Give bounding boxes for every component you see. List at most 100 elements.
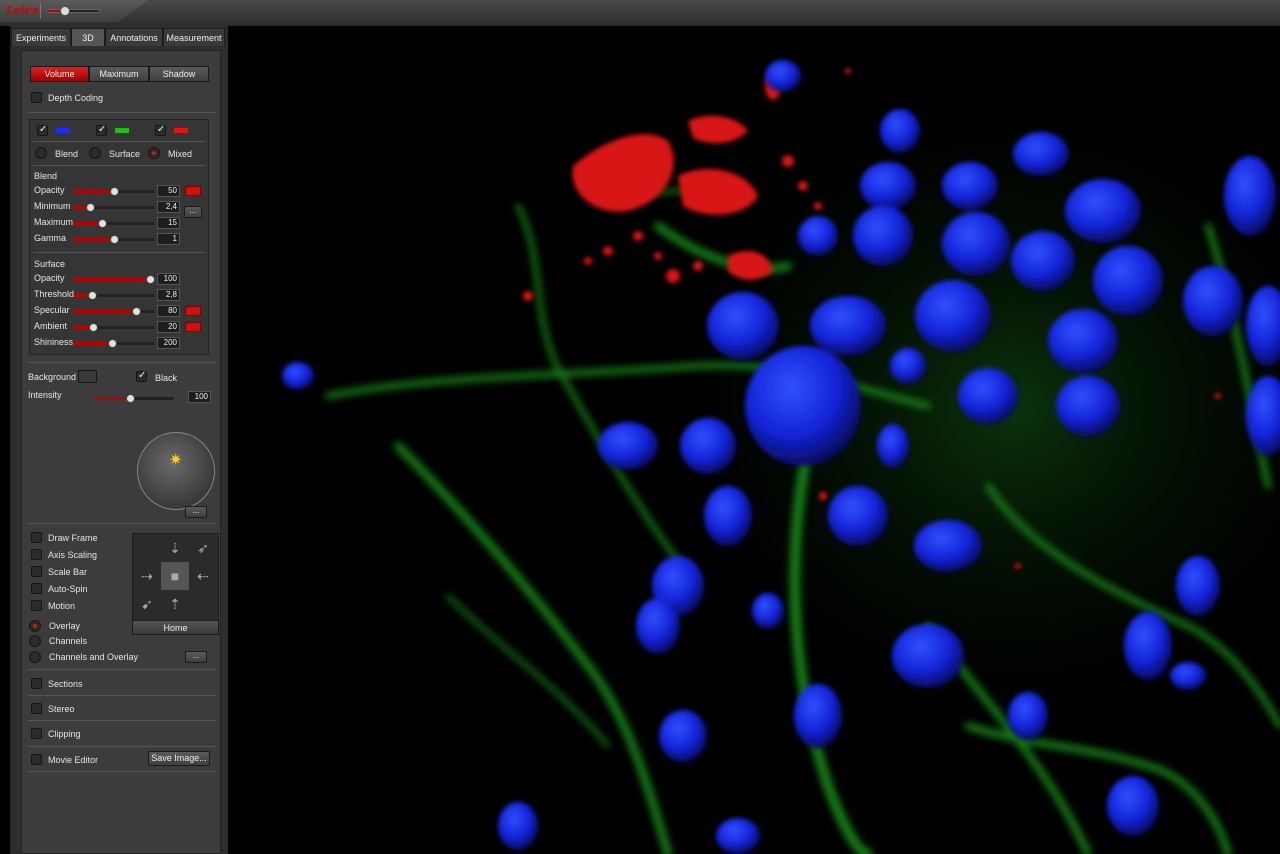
blend-gamma-value[interactable]: 1 (157, 233, 180, 245)
divider (33, 141, 205, 142)
channels-and-overlay-label: Channels and Overlay (49, 652, 139, 662)
depth-coding-checkbox[interactable] (31, 92, 42, 103)
blend-maximum-slider[interactable] (74, 219, 154, 228)
rotate-down-arrow-icon[interactable]: ⇣ (161, 534, 189, 562)
3d-render-viewport[interactable] (228, 26, 1280, 854)
view-navigation-pad[interactable]: ⇣ ➶ ⇢ ■ ⇠ ➹ ⇡ Home (132, 533, 219, 635)
motion-checkbox[interactable] (31, 600, 42, 611)
blend-maximum-slider-knob[interactable] (98, 219, 107, 228)
surface-ambient-slider-knob[interactable] (89, 323, 99, 332)
surface-opacity-slider-knob[interactable] (146, 275, 155, 284)
intensity-label: Intensity (28, 390, 62, 400)
volume-button[interactable]: Volume (30, 66, 89, 82)
blend-gamma-slider-knob[interactable] (110, 235, 119, 244)
surface-radio[interactable] (89, 147, 101, 159)
surface-threshold-value[interactable]: 2,8 (157, 289, 180, 301)
surface-opacity-slider[interactable] (74, 275, 155, 284)
ambient-color-button[interactable] (185, 322, 201, 332)
rotate-left-arrow-icon[interactable]: ⇠ (189, 562, 217, 590)
background-label: Background (28, 372, 77, 382)
red-channel-swatch (174, 128, 188, 133)
rotate-right-arrow-icon[interactable]: ⇢ (133, 562, 161, 590)
movie-editor-label: Movie Editor (48, 755, 99, 765)
blend-minimum-value[interactable]: 2,4 (157, 201, 180, 213)
surface-threshold-slider[interactable] (74, 291, 154, 300)
stereo-label: Stereo (48, 704, 75, 714)
panel-tabs: Experiments 3D Annotations Measurement (11, 28, 229, 46)
tab-measurement[interactable]: Measurement (163, 28, 225, 46)
save-image-button[interactable]: Save Image... (148, 751, 210, 766)
surface-ambient-slider[interactable] (74, 323, 154, 332)
surface-opacity-slider-fill (74, 278, 150, 281)
channel-settings-box: Blend Surface Mixed Blend Opacity 50 Minim… (29, 119, 209, 355)
blend-opacity-slider-knob[interactable] (110, 187, 119, 196)
intensity-slider[interactable] (94, 394, 174, 403)
tab-3d[interactable]: 3D (71, 28, 105, 46)
blend-maximum-value[interactable]: 15 (157, 217, 180, 229)
zoom-slider[interactable] (46, 6, 100, 16)
axis-scaling-checkbox[interactable] (31, 549, 42, 560)
surface-shininess-value[interactable]: 200 (157, 337, 180, 349)
blend-radio-label: Blend (55, 149, 79, 159)
cube-front-icon[interactable]: ■ (161, 562, 189, 590)
home-button[interactable]: Home (133, 620, 218, 634)
overlay-label: Overlay (49, 621, 81, 631)
clipping-checkbox[interactable] (31, 728, 42, 739)
surface-specular-slider[interactable] (74, 307, 154, 316)
shadow-button[interactable]: Shadow (149, 66, 209, 82)
divider (33, 165, 205, 166)
stereo-checkbox[interactable] (31, 703, 42, 714)
diagonal-up-icon[interactable]: ➹ (133, 590, 161, 618)
tab-experiments[interactable]: Experiments (11, 28, 71, 46)
green-channel-checkbox[interactable] (96, 124, 107, 136)
divider (28, 523, 216, 524)
blend-opacity-slider[interactable] (74, 187, 154, 196)
blend-more-button[interactable]: ... (184, 206, 202, 218)
channels-and-overlay-radio[interactable] (29, 651, 41, 663)
light-more-button[interactable]: ... (185, 506, 207, 518)
overlay-radio[interactable] (29, 620, 41, 632)
specular-color-button[interactable] (185, 306, 201, 316)
rotate-up-arrow-icon[interactable]: ⇡ (161, 590, 189, 618)
blend-gamma-slider[interactable] (74, 235, 154, 244)
blend-minimum-slider-knob[interactable] (86, 203, 95, 212)
surface-shininess-slider-knob[interactable] (108, 339, 118, 348)
3d-settings: Volume Maximum Shadow Depth Coding Blend… (21, 50, 221, 854)
surface-threshold-slider-knob[interactable] (87, 291, 97, 300)
light-direction-control[interactable]: ✷ (137, 432, 215, 510)
surface-ambient-value[interactable]: 20 (157, 321, 180, 333)
maximum-button[interactable]: Maximum (89, 66, 149, 82)
diagonal-view-icon[interactable]: ➶ (189, 534, 217, 562)
draw-frame-label: Draw Frame (48, 533, 98, 543)
background-color-button[interactable] (78, 370, 97, 383)
sections-checkbox[interactable] (31, 678, 42, 689)
surface-radio-label: Surface (109, 149, 141, 159)
blue-channel-checkbox[interactable] (37, 124, 48, 136)
sun-icon[interactable]: ✷ (169, 450, 182, 470)
surface-shininess-slider[interactable] (74, 339, 154, 348)
surface-specular-slider-fill (74, 310, 137, 313)
mixed-radio[interactable] (148, 147, 160, 159)
surface-specular-slider-knob[interactable] (132, 307, 142, 316)
divider (40, 3, 41, 19)
divider (28, 720, 216, 721)
movie-editor-checkbox[interactable] (31, 754, 42, 765)
draw-frame-checkbox[interactable] (31, 532, 42, 543)
auto-spin-checkbox[interactable] (31, 583, 42, 594)
clipping-label: Clipping (48, 729, 81, 739)
surface-specular-value[interactable]: 80 (157, 305, 180, 317)
overlay-more-button[interactable]: ... (185, 651, 207, 663)
intensity-slider-knob[interactable] (126, 394, 135, 403)
channels-radio[interactable] (29, 635, 41, 647)
black-checkbox[interactable] (136, 370, 147, 382)
surface-shininess-label: Shininess (34, 337, 74, 347)
tab-annotations[interactable]: Annotations (105, 28, 163, 46)
blend-minimum-slider[interactable] (74, 203, 154, 212)
blend-radio[interactable] (35, 147, 47, 159)
blend-opacity-value[interactable]: 50 (157, 185, 180, 197)
red-channel-checkbox[interactable] (155, 124, 166, 136)
scale-bar-checkbox[interactable] (31, 566, 42, 577)
blend-opacity-color-button[interactable] (185, 186, 201, 196)
surface-opacity-value[interactable]: 100 (157, 273, 180, 285)
intensity-value[interactable]: 100 (188, 391, 211, 403)
